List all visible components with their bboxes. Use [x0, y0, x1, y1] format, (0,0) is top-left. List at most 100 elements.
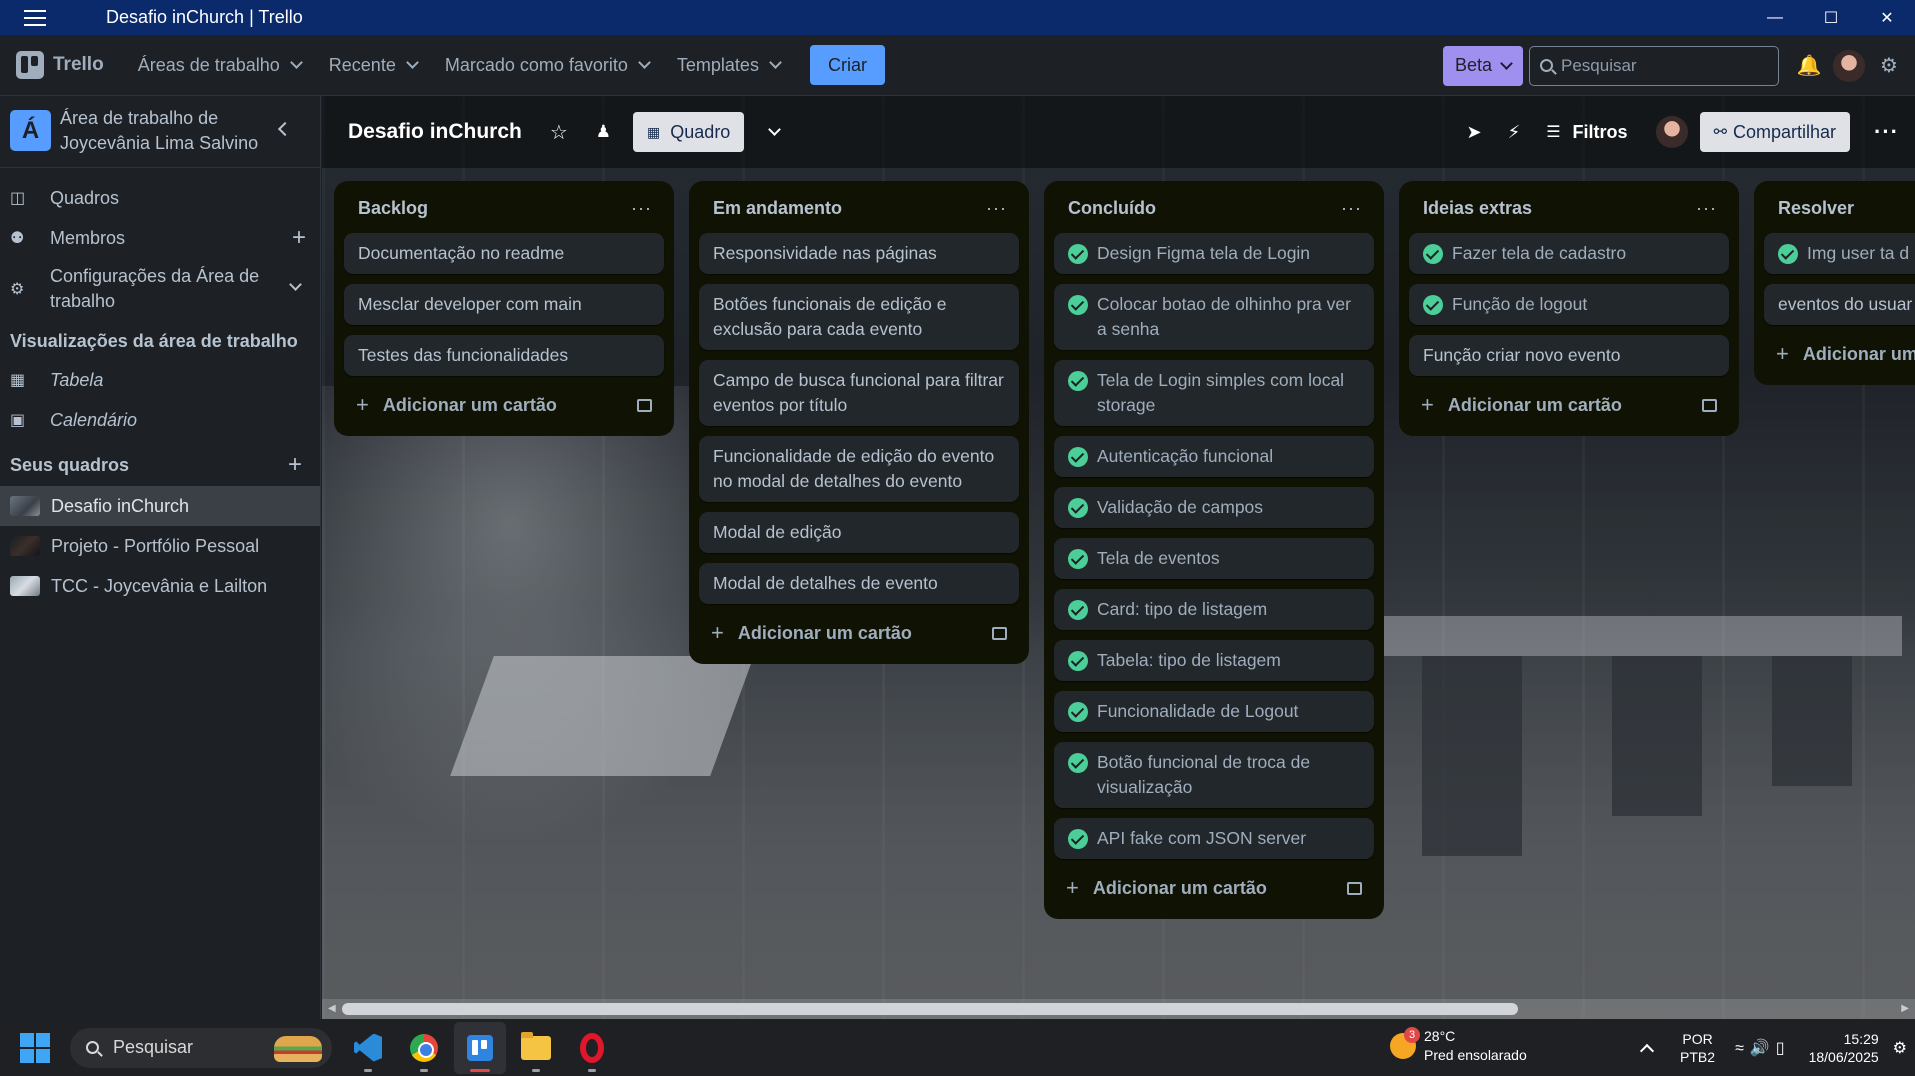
scrollbar-thumb[interactable] — [342, 1003, 1518, 1015]
add-card-button[interactable]: + Adicionar um cartão — [699, 614, 1019, 652]
card[interactable]: Fazer tela de cadastro — [1409, 233, 1729, 274]
card[interactable]: Autenticação funcional — [1054, 436, 1374, 477]
check-circle-icon[interactable] — [1423, 244, 1443, 264]
taskbar-trello[interactable] — [454, 1021, 506, 1074]
star-icon[interactable]: ☆ — [550, 120, 568, 145]
chevron-down-icon[interactable] — [289, 278, 302, 291]
taskbar-search[interactable]: Pesquisar — [70, 1027, 332, 1068]
collapse-sidebar-icon[interactable] — [277, 121, 293, 137]
card[interactable]: Função criar novo evento — [1409, 335, 1729, 376]
card[interactable]: Responsividade nas páginas — [699, 233, 1019, 274]
check-circle-icon[interactable] — [1068, 447, 1088, 467]
card-template-icon[interactable] — [1702, 398, 1717, 412]
card[interactable]: Campo de busca funcional para filtrar ev… — [699, 360, 1019, 426]
check-circle-icon[interactable] — [1068, 244, 1088, 264]
sidebar-item-table[interactable]: ▦ Tabela — [0, 360, 320, 400]
check-circle-icon[interactable] — [1068, 702, 1088, 722]
list-title[interactable]: Backlog — [358, 198, 428, 219]
card[interactable]: Colocar botao de olhinho pra ver a senha — [1054, 284, 1374, 350]
nav-workspaces-dropdown[interactable]: Áreas de trabalho — [124, 45, 315, 85]
check-circle-icon[interactable] — [1068, 295, 1088, 315]
nav-templates-dropdown[interactable]: Templates — [663, 45, 794, 85]
check-circle-icon[interactable] — [1068, 371, 1088, 391]
card[interactable]: Funcionalidade de Logout — [1054, 691, 1374, 732]
card[interactable]: Modal de detalhes de evento — [699, 563, 1019, 604]
list-menu-icon[interactable]: ··· — [631, 198, 652, 219]
system-status-icons[interactable]: ≈🔊▯ — [1735, 1038, 1791, 1058]
card[interactable]: Card: tipo de listagem — [1054, 589, 1374, 630]
add-card-button[interactable]: + Adicionar um cartão — [344, 386, 664, 424]
user-avatar-button[interactable] — [1829, 46, 1869, 86]
maximize-button[interactable]: ☐ — [1803, 0, 1859, 35]
share-button[interactable]: ⚯ Compartilhar — [1699, 112, 1851, 152]
search-input[interactable] — [1561, 55, 1751, 76]
card[interactable]: Tabela: tipo de listagem — [1054, 640, 1374, 681]
card-template-icon[interactable] — [637, 398, 652, 412]
list-title[interactable]: Resolver — [1778, 198, 1854, 219]
list-title[interactable]: Concluído — [1068, 198, 1156, 219]
card[interactable]: Img user ta d — [1764, 233, 1915, 274]
card[interactable]: Tela de eventos — [1054, 538, 1374, 579]
add-card-button[interactable]: + Adicionar um cartão — [1054, 869, 1374, 907]
lightning-icon[interactable]: ⚡ — [1508, 122, 1521, 143]
clock[interactable]: 15:29 18/06/2025 — [1809, 1030, 1879, 1066]
weather-widget[interactable]: 3 28°C Pred ensolarado — [1390, 1027, 1527, 1065]
check-circle-icon[interactable] — [1423, 295, 1443, 315]
sidebar-item-boards[interactable]: ◫ Quadros — [0, 178, 320, 218]
notifications-icon[interactable]: ⚙ — [1893, 1038, 1907, 1058]
sidebar-board-tcc[interactable]: TCC - Joycevânia e Lailton — [0, 566, 320, 606]
board-horizontal-scrollbar[interactable]: ◀ ▶ — [322, 999, 1915, 1019]
list-menu-icon[interactable]: ··· — [1696, 198, 1717, 219]
nav-starred-dropdown[interactable]: Marcado como favorito — [431, 45, 663, 85]
sidebar-item-calendar[interactable]: ▣ Calendário — [0, 400, 320, 440]
minimize-button[interactable]: — — [1747, 0, 1803, 35]
card[interactable]: Tela de Login simples com local storage — [1054, 360, 1374, 426]
more-options-icon[interactable]: ··· — [1874, 119, 1899, 145]
taskbar-vscode[interactable] — [342, 1022, 394, 1074]
card[interactable]: Design Figma tela de Login — [1054, 233, 1374, 274]
check-circle-icon[interactable] — [1778, 244, 1798, 264]
taskbar-chrome[interactable] — [398, 1022, 450, 1074]
card-template-icon[interactable] — [992, 626, 1007, 640]
add-card-button[interactable]: + Adicionar um — [1764, 335, 1915, 373]
scroll-right-arrow-icon[interactable]: ▶ — [1901, 1003, 1909, 1014]
sidebar-item-members[interactable]: ⚉ Membros + — [0, 218, 320, 258]
send-icon[interactable]: ➤ — [1466, 122, 1481, 143]
windows-start-icon[interactable] — [20, 1032, 50, 1063]
check-circle-icon[interactable] — [1068, 753, 1088, 773]
check-circle-icon[interactable] — [1068, 498, 1088, 518]
filters-button[interactable]: ☰ Filtros — [1546, 122, 1627, 143]
add-card-button[interactable]: + Adicionar um cartão — [1409, 386, 1729, 424]
chevron-down-icon[interactable] — [768, 123, 782, 136]
search-box[interactable] — [1529, 45, 1779, 86]
close-window-button[interactable]: ✕ — [1859, 0, 1915, 35]
card[interactable]: eventos do usuar — [1764, 284, 1915, 325]
card[interactable]: Funcionalidade de edição do evento no mo… — [699, 436, 1019, 502]
list-title[interactable]: Em andamento — [713, 198, 842, 219]
check-circle-icon[interactable] — [1068, 829, 1088, 849]
card[interactable]: Botões funcionais de edição e exclusão p… — [699, 284, 1019, 350]
list-menu-icon[interactable]: ··· — [1341, 198, 1362, 219]
visibility-icon[interactable]: ♟ — [596, 122, 611, 142]
board-member-avatar[interactable] — [1655, 116, 1688, 148]
gear-icon[interactable]: ⚙ — [1869, 46, 1909, 86]
create-button[interactable]: Criar — [809, 45, 885, 85]
board-title[interactable]: Desafio inChurch — [348, 120, 522, 144]
bell-icon[interactable]: 🔔 — [1789, 46, 1829, 86]
add-member-icon[interactable]: + — [292, 224, 306, 252]
board-view-button[interactable]: ▦ Quadro — [633, 112, 745, 152]
beta-button[interactable]: Beta — [1442, 45, 1523, 86]
scroll-left-arrow-icon[interactable]: ◀ — [328, 1003, 336, 1014]
nav-recent-dropdown[interactable]: Recente — [315, 45, 431, 85]
hamburger-menu-icon[interactable] — [0, 0, 70, 35]
workspace-name[interactable]: Área de trabalho de Joycevânia Lima Salv… — [60, 106, 258, 156]
card[interactable]: Modal de edição — [699, 512, 1019, 553]
sidebar-item-settings[interactable]: ⚙ Configurações da Área de trabalho — [0, 258, 320, 320]
add-board-icon[interactable]: + — [288, 451, 302, 479]
taskbar-file-explorer[interactable] — [510, 1022, 562, 1074]
check-circle-icon[interactable] — [1068, 600, 1088, 620]
card[interactable]: API fake com JSON server — [1054, 818, 1374, 859]
trello-logo[interactable]: Trello — [16, 51, 104, 79]
card[interactable]: Testes das funcionalidades — [344, 335, 664, 376]
sidebar-board-desafio[interactable]: Desafio inChurch — [0, 486, 320, 526]
